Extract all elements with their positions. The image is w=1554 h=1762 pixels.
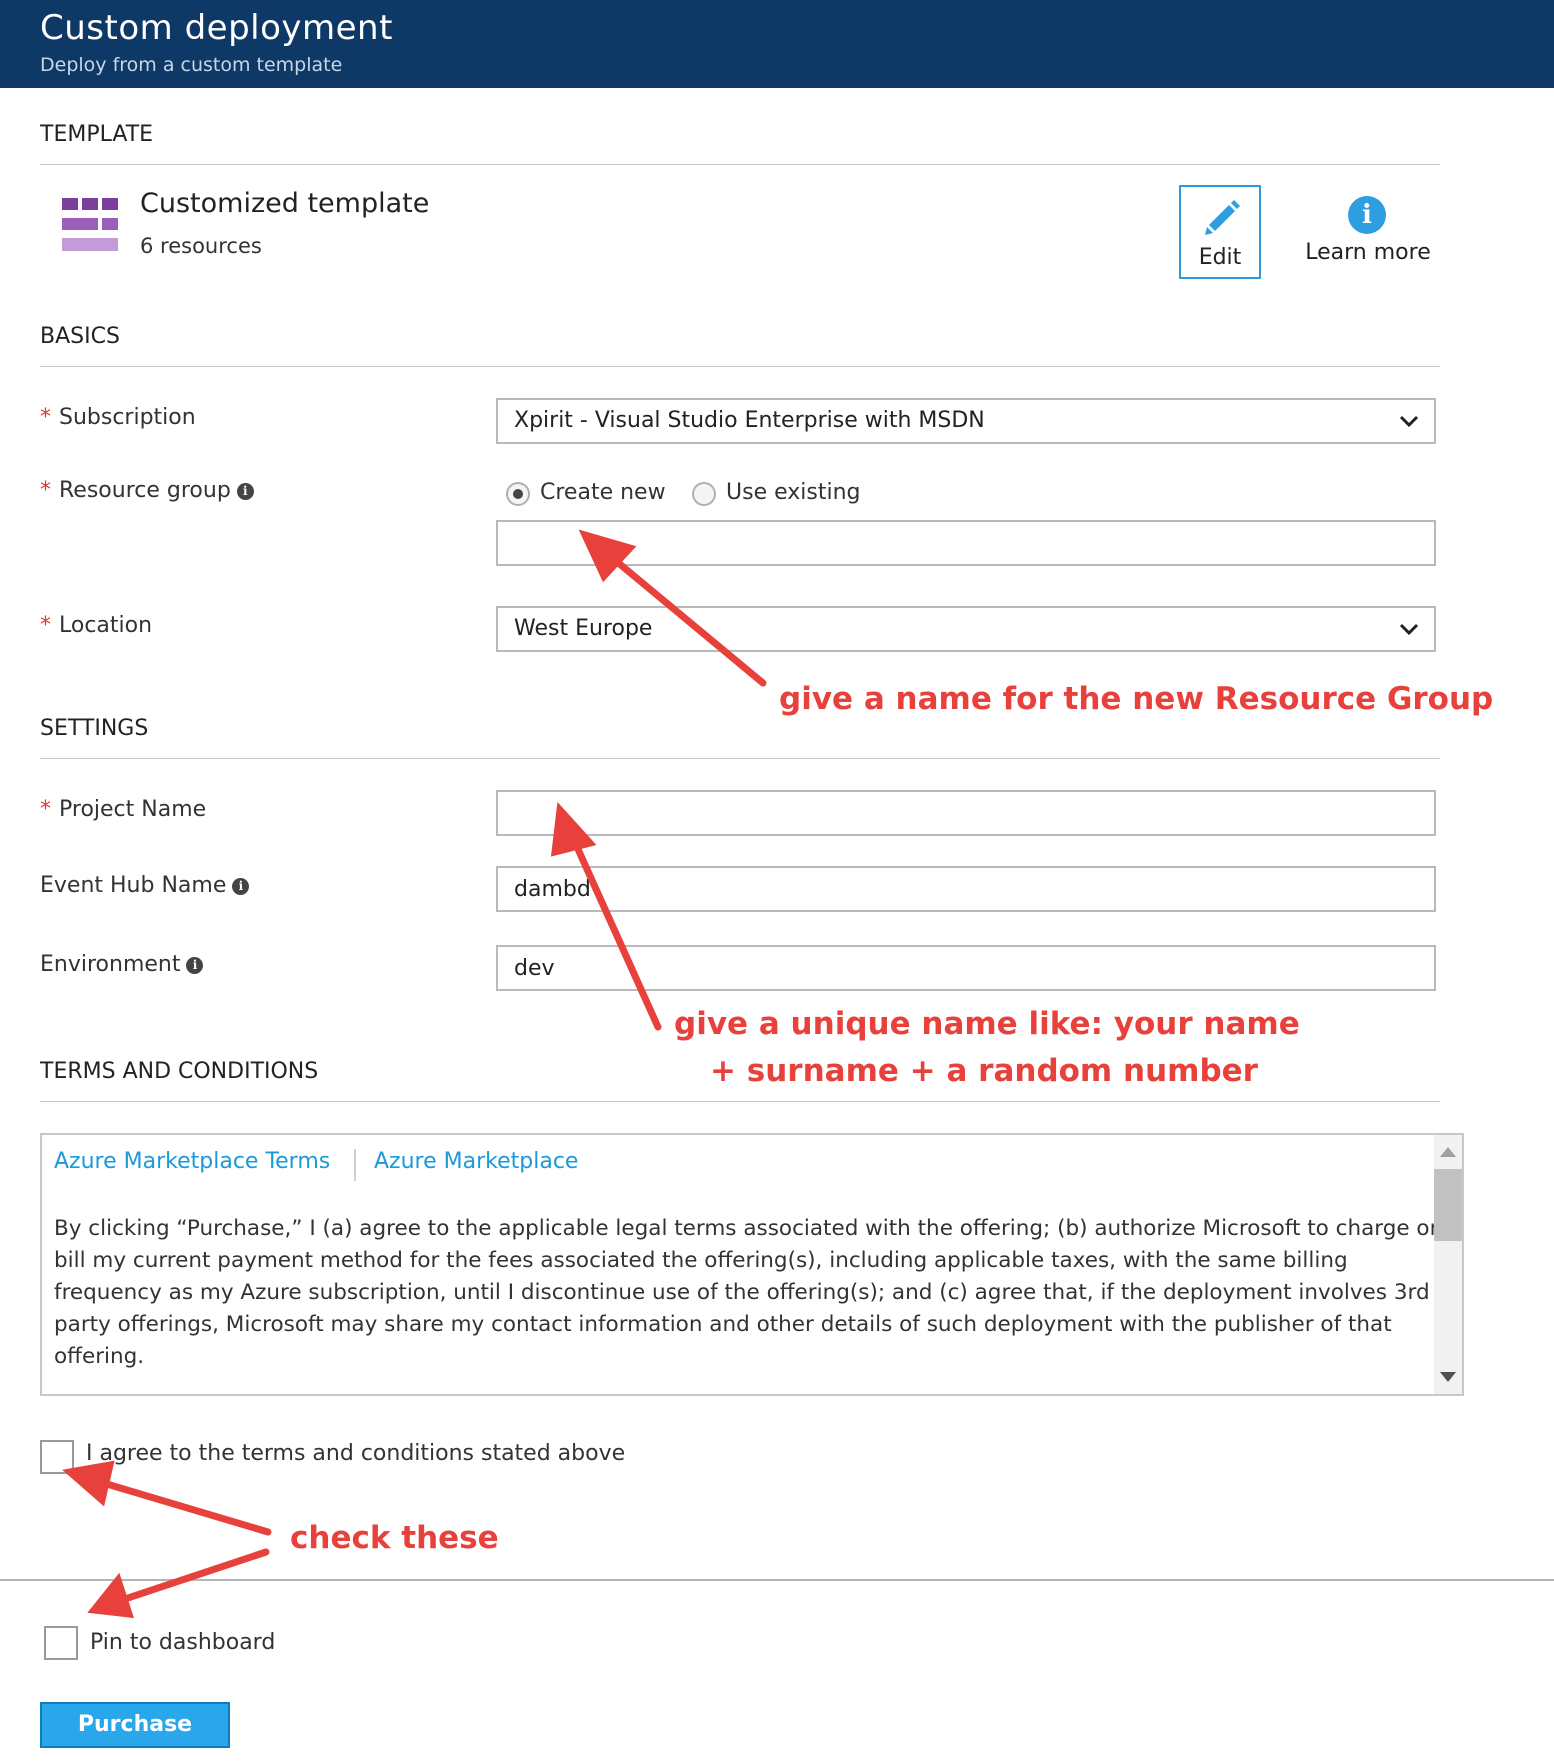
edit-template-button[interactable]: Edit — [1179, 185, 1261, 279]
basics-section-title: BASICS — [40, 324, 120, 349]
annotation-arrow — [118, 1548, 270, 1604]
template-divider — [40, 164, 1440, 165]
radio-create-new-label: Create new — [540, 480, 666, 505]
blade-header: Custom deployment Deploy from a custom t… — [0, 0, 1554, 88]
scroll-down-icon[interactable] — [1440, 1372, 1456, 1382]
info-icon[interactable]: i — [186, 957, 204, 974]
required-asterisk: * — [40, 478, 51, 503]
blade-title: Custom deployment — [40, 8, 393, 48]
annotation-unique-name-line2: + surname + a random number — [710, 1053, 1258, 1089]
required-asterisk: * — [40, 405, 51, 430]
blade-subtitle: Deploy from a custom template — [40, 54, 343, 76]
project-name-input[interactable] — [496, 790, 1436, 836]
chevron-down-icon — [1399, 415, 1419, 428]
basics-divider — [40, 366, 1440, 367]
environment-input[interactable] — [496, 945, 1436, 991]
info-icon: i — [1348, 196, 1386, 234]
template-resource-count: 6 resources — [140, 234, 262, 258]
agree-terms-checkbox[interactable] — [40, 1440, 74, 1474]
subscription-value: Xpirit - Visual Studio Enterprise with M… — [514, 408, 985, 433]
purchase-button[interactable]: Purchase — [40, 1702, 230, 1748]
terms-text: By clicking “Purchase,” I (a) agree to t… — [54, 1216, 1439, 1369]
pin-to-dashboard-checkbox[interactable] — [44, 1626, 78, 1660]
settings-section-title: SETTINGS — [40, 716, 149, 741]
annotation-unique-name-line1: give a unique name like: your name — [674, 1006, 1300, 1042]
learn-more-label: Learn more — [1305, 240, 1431, 265]
tab-azure-marketplace-terms[interactable]: Azure Marketplace Terms — [54, 1149, 330, 1174]
template-grid-icon — [62, 198, 118, 254]
settings-divider — [40, 758, 1440, 759]
scroll-up-icon[interactable] — [1440, 1147, 1456, 1157]
annotation-arrowhead — [87, 1572, 135, 1619]
learn-more-link[interactable]: i Learn more — [1300, 196, 1436, 276]
event-hub-name-input[interactable] — [496, 866, 1436, 912]
agree-terms-label: I agree to the terms and conditions stat… — [86, 1441, 626, 1466]
template-section-title: TEMPLATE — [40, 122, 154, 147]
info-icon[interactable]: i — [236, 483, 254, 500]
terms-panel[interactable]: Azure Marketplace Terms Azure Marketplac… — [40, 1133, 1464, 1396]
tab-separator — [354, 1149, 356, 1181]
subscription-dropdown[interactable]: Xpirit - Visual Studio Enterprise with M… — [496, 398, 1436, 444]
project-name-label: * Project Name — [40, 797, 207, 822]
location-label: * Location — [40, 613, 153, 638]
resource-group-input[interactable] — [496, 520, 1436, 566]
edit-label: Edit — [1198, 245, 1242, 270]
annotation-resource-group: give a name for the new Resource Group — [779, 681, 1494, 717]
radio-selected-icon — [506, 482, 530, 506]
required-asterisk: * — [40, 797, 51, 822]
info-icon[interactable]: i — [232, 878, 250, 895]
required-asterisk: * — [40, 613, 51, 638]
subscription-label: * Subscription — [40, 405, 196, 430]
pencil-icon — [1205, 200, 1240, 235]
scroll-thumb[interactable] — [1434, 1169, 1462, 1241]
pin-to-dashboard-label: Pin to dashboard — [90, 1630, 276, 1655]
footer-divider — [0, 1579, 1554, 1581]
resource-group-label: * Resource group i — [40, 478, 254, 503]
radio-unselected-icon — [692, 482, 716, 506]
terms-divider — [40, 1101, 1440, 1102]
terms-section-title: TERMS AND CONDITIONS — [40, 1059, 319, 1084]
terms-scrollbar[interactable] — [1434, 1135, 1462, 1394]
annotation-arrowhead — [62, 1460, 115, 1507]
annotation-check-these: check these — [290, 1520, 499, 1556]
location-value: West Europe — [514, 616, 653, 641]
tab-azure-marketplace[interactable]: Azure Marketplace — [374, 1149, 578, 1174]
annotation-arrow — [96, 1478, 272, 1536]
location-dropdown[interactable]: West Europe — [496, 606, 1436, 652]
event-hub-name-label: Event Hub Name i — [40, 873, 250, 898]
radio-use-existing-label: Use existing — [726, 480, 861, 505]
template-name: Customized template — [140, 188, 430, 219]
environment-label: Environment i — [40, 952, 204, 977]
chevron-down-icon — [1399, 623, 1419, 636]
